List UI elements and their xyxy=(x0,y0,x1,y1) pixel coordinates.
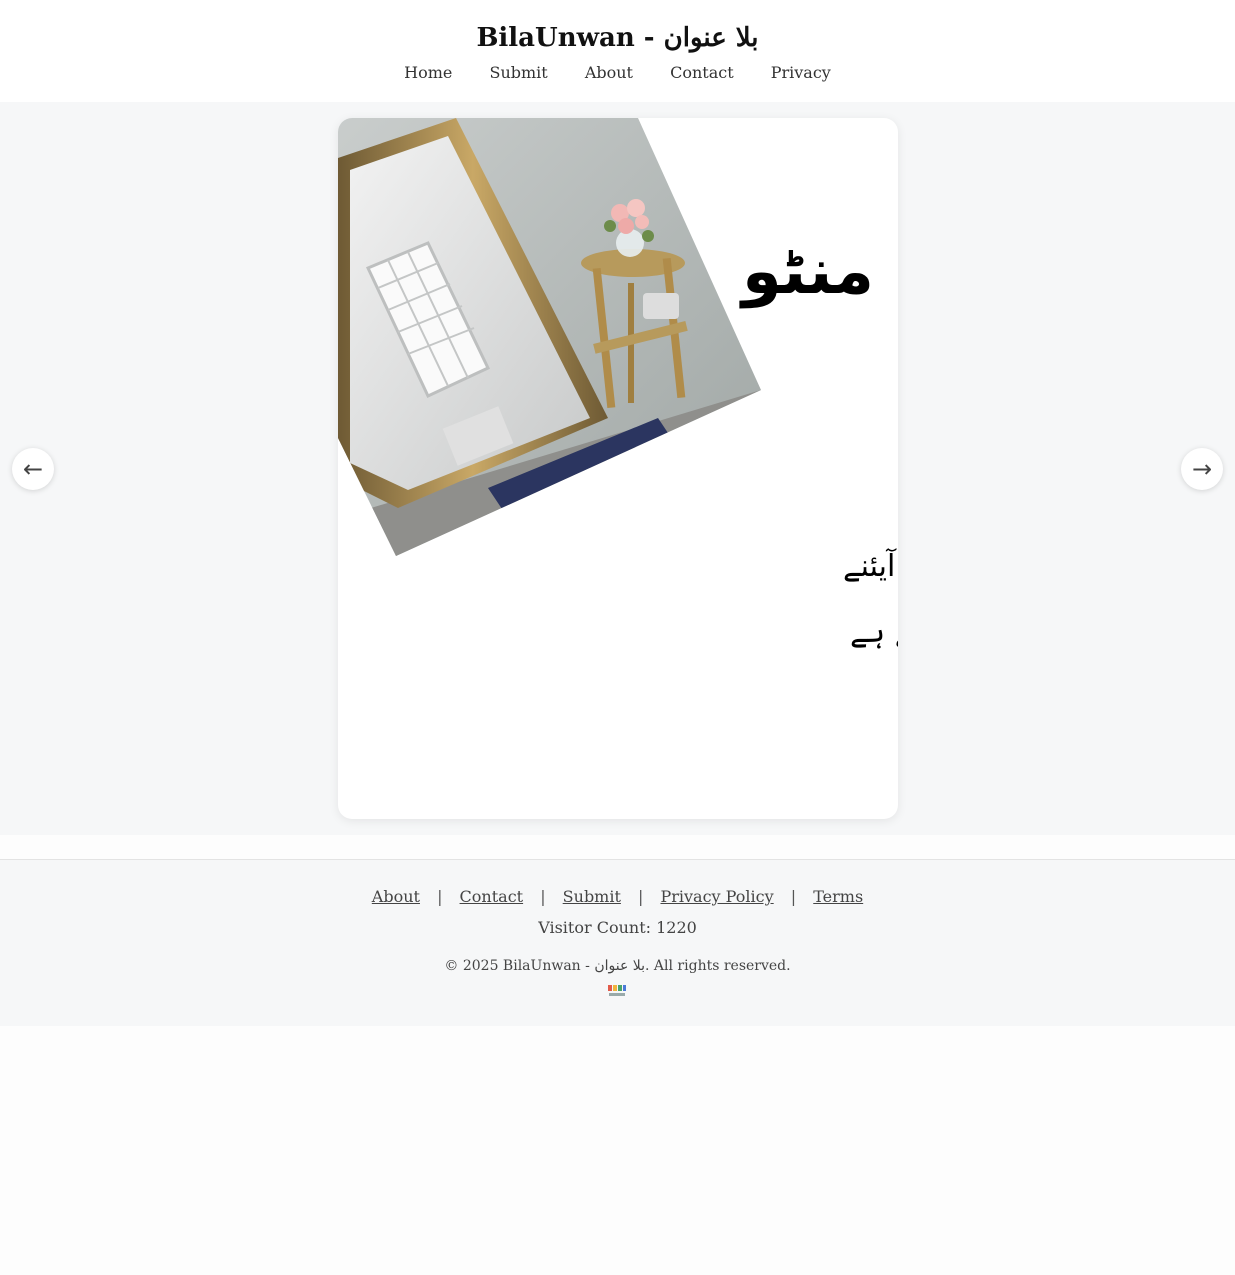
visitor-count: Visitor Count: 1220 xyxy=(538,918,697,937)
arrow-left-icon: ← xyxy=(22,455,44,483)
copyright-text: © 2025 BilaUnwan - بلا عنوان. All rights… xyxy=(444,958,791,974)
footer-separator: | xyxy=(437,887,443,906)
arrow-right-icon: → xyxy=(1191,455,1213,483)
footer-separator: | xyxy=(638,887,644,906)
quote-image: منٹو میں اس معاشرے کا حصہ ہوں جہاں ہم آی… xyxy=(338,118,898,650)
nav-about[interactable]: About xyxy=(585,63,633,82)
site-footer: About | Contact | Submit | Privacy Polic… xyxy=(0,859,1235,1026)
footer-separator: | xyxy=(540,887,546,906)
footer-separator: | xyxy=(790,887,797,906)
footer-link-terms[interactable]: Terms xyxy=(813,887,863,906)
site-header: BilaUnwan - بلا عنوان Home Submit About … xyxy=(0,0,1235,102)
footer-logo-icon xyxy=(608,985,626,996)
quote-line-2: کا سامنا صرف شکل دیکھنے کے لیے کرتے ہے xyxy=(850,615,898,650)
footer-link-about[interactable]: About xyxy=(372,887,420,906)
footer-link-submit[interactable]: Submit xyxy=(563,887,621,906)
author-signature: منٹو xyxy=(739,235,874,309)
nav-contact[interactable]: Contact xyxy=(670,63,734,82)
footer-links: About | Contact | Submit | Privacy Polic… xyxy=(0,886,1235,908)
footer-link-privacy-policy[interactable]: Privacy Policy xyxy=(660,887,773,906)
nav-home[interactable]: Home xyxy=(404,63,452,82)
next-arrow-button[interactable]: → xyxy=(1181,448,1223,490)
prev-arrow-button[interactable]: ← xyxy=(12,448,54,490)
nav-privacy[interactable]: Privacy xyxy=(771,63,831,82)
site-title[interactable]: BilaUnwan - بلا عنوان xyxy=(0,20,1235,56)
quote-line-1: میں اس معاشرے کا حصہ ہوں جہاں ہم آیئنے xyxy=(843,548,898,584)
carousel: ← منٹو آیئنے ہے → xyxy=(0,102,1235,835)
mirror-photo xyxy=(338,118,761,556)
quote-card[interactable]: منٹو میں اس معاشرے کا حصہ ہوں جہاں ہم آی… xyxy=(338,118,898,819)
nav-submit[interactable]: Submit xyxy=(489,63,547,82)
footer-link-contact[interactable]: Contact xyxy=(460,887,524,906)
main-nav: Home Submit About Contact Privacy xyxy=(0,62,1235,84)
